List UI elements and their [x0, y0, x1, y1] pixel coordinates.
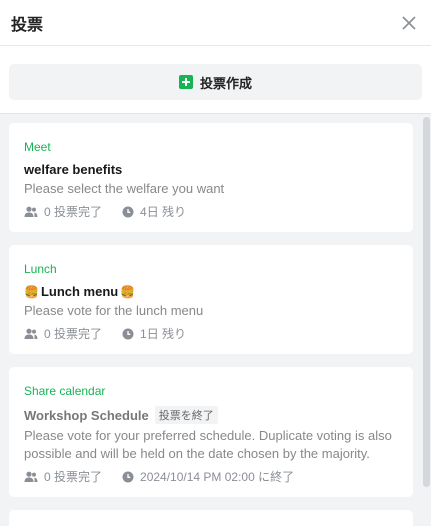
poll-votes-text: 0 投票完了 — [44, 470, 103, 484]
scrollbar[interactable] — [422, 117, 431, 526]
poll-votes-text: 0 投票完了 — [44, 327, 103, 341]
clock-icon — [122, 328, 134, 340]
scrollbar-thumb[interactable] — [423, 117, 430, 487]
clock-icon — [122, 471, 134, 483]
poll-description: Please vote for the lunch menu — [24, 303, 204, 318]
create-vote-label: 投票作成 — [199, 75, 252, 91]
poll-title: 🍔 Lunch menu 🍔 — [24, 284, 398, 299]
poll-time-text: 2024/10/14 PM 02:00 に終了 — [140, 470, 295, 484]
poll-title: welfare benefits — [24, 162, 398, 177]
poll-description: Please select the welfare you want — [24, 181, 225, 196]
plus-icon — [178, 75, 193, 89]
poll-description: Please vote for your preferred schedule.… — [24, 428, 392, 461]
poll-time-text: 1日 残り — [140, 327, 187, 341]
poll-votes-text: 0 投票完了 — [44, 205, 103, 219]
poll-card-partial[interactable] — [9, 510, 413, 526]
burger-emoji: 🍔 — [24, 284, 39, 299]
poll-title: Workshop Schedule 投票を終了 — [24, 406, 398, 424]
vote-panel: 投票 投票作成 Meet welfare benefits Please sel… — [0, 0, 431, 526]
poll-meta: 0 投票完了 1日 残り — [24, 325, 398, 342]
users-icon — [24, 471, 38, 483]
poll-meta: 0 投票完了 4日 残り — [24, 203, 398, 220]
poll-card[interactable]: Share calendar Workshop Schedule 投票を終了 P… — [9, 367, 413, 497]
poll-time: 2024/10/14 PM 02:00 に終了 — [122, 468, 294, 485]
poll-category: Meet — [24, 140, 51, 154]
poll-category: Share calendar — [24, 384, 106, 398]
create-area: 投票作成 — [0, 46, 431, 113]
poll-votes: 0 投票完了 — [24, 468, 102, 485]
poll-title-text: Lunch menu — [40, 284, 119, 299]
poll-time-text: 4日 残り — [140, 205, 187, 219]
poll-title-text: welfare benefits — [24, 162, 123, 177]
poll-votes: 0 投票完了 — [24, 203, 102, 220]
poll-card[interactable]: Meet welfare benefits Please select the … — [9, 123, 413, 232]
poll-ended-badge: 投票を終了 — [154, 406, 218, 424]
create-vote-button[interactable]: 投票作成 — [9, 64, 422, 100]
poll-list: Meet welfare benefits Please select the … — [0, 113, 431, 526]
poll-time: 1日 残り — [122, 325, 186, 342]
poll-category: Lunch — [24, 262, 57, 276]
burger-emoji: 🍔 — [120, 284, 136, 299]
poll-meta: 0 投票完了 2024/10/14 PM 02:00 に終了 — [24, 468, 398, 485]
poll-votes: 0 投票完了 — [24, 325, 102, 342]
users-icon — [24, 206, 38, 218]
poll-time: 4日 残り — [122, 203, 186, 220]
panel-title: 投票 — [11, 16, 44, 34]
users-icon — [24, 328, 38, 340]
close-icon[interactable] — [399, 13, 419, 33]
clock-icon — [122, 206, 134, 218]
poll-card[interactable]: Lunch 🍔 Lunch menu 🍔 Please vote for the… — [9, 245, 413, 354]
panel-header: 投票 — [0, 0, 431, 46]
poll-title-text: Workshop Schedule — [24, 407, 149, 423]
